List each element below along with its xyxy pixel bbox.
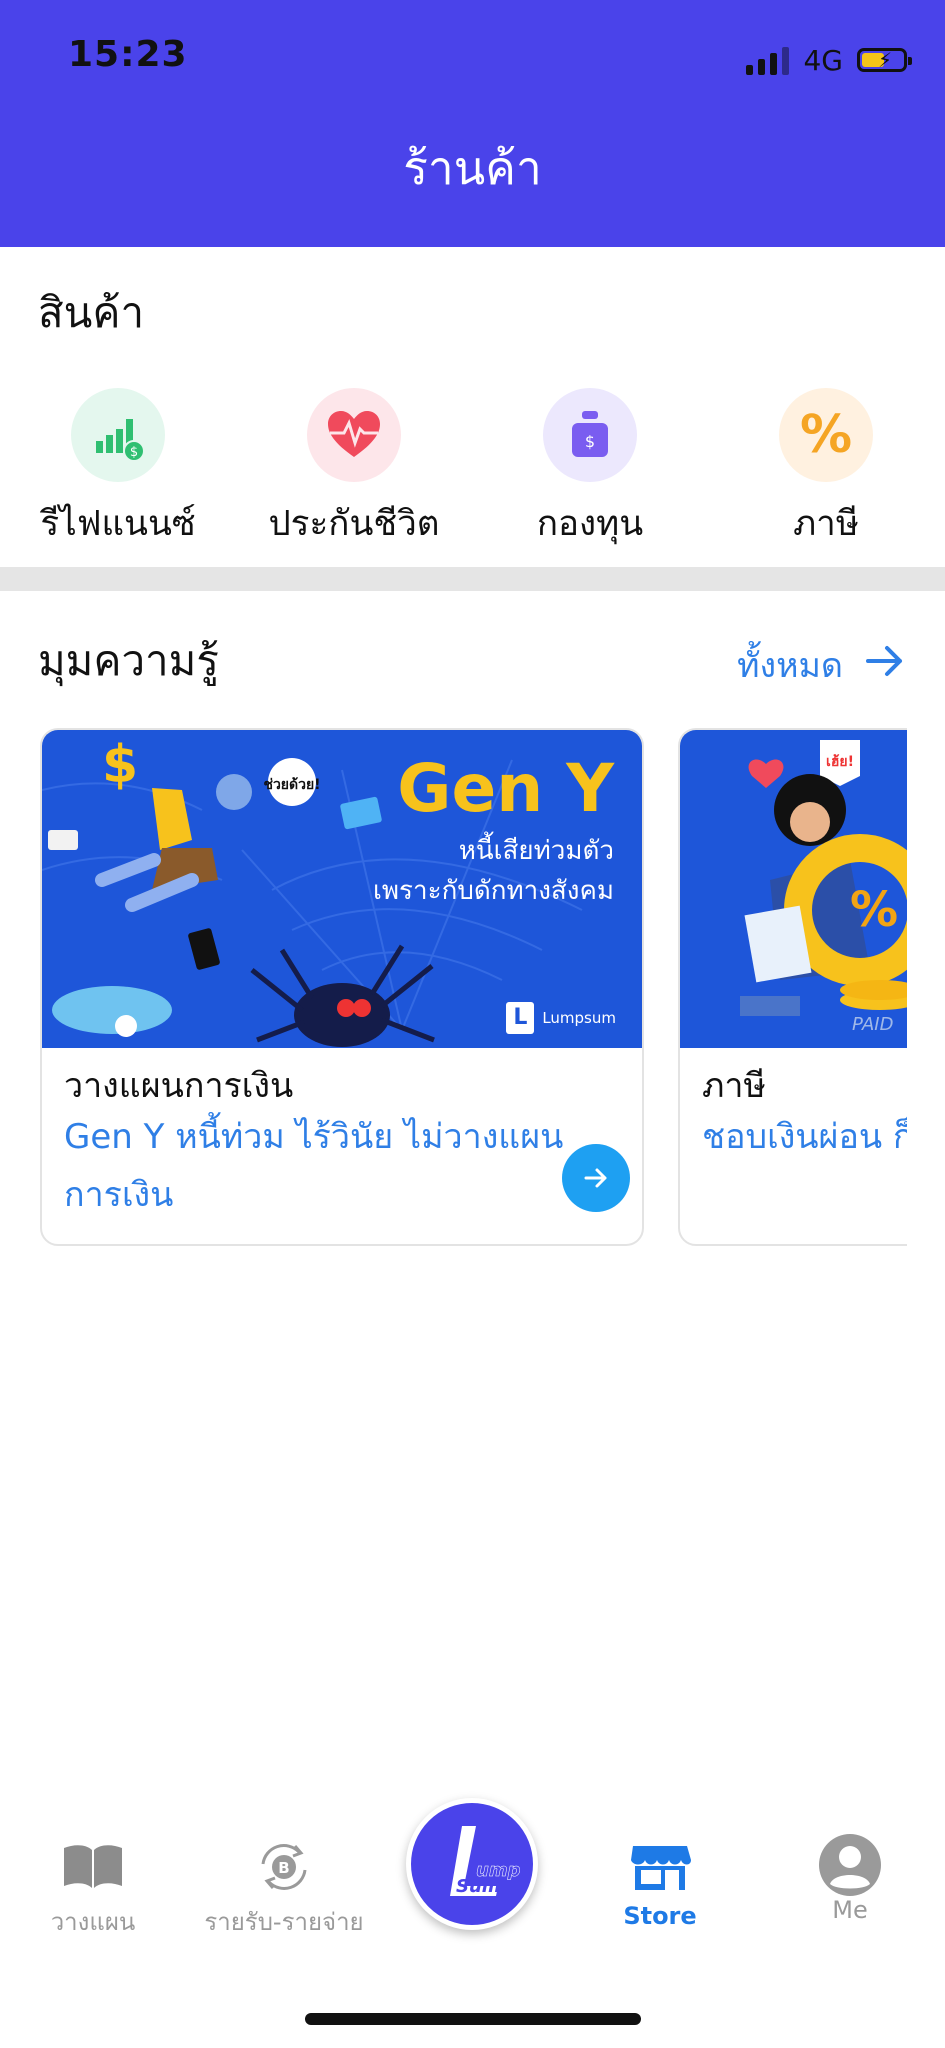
arrow-right-icon xyxy=(584,1168,607,1188)
brand-logo: L Lumpsum xyxy=(506,1002,616,1034)
tab-label: รายรับ-รายจ่าย xyxy=(204,1908,364,1936)
tab-store[interactable]: Store xyxy=(620,1842,700,1930)
image-heading: Gen Y xyxy=(397,750,614,827)
battery-icon: ⚡ xyxy=(857,48,912,72)
store-icon xyxy=(631,1846,691,1890)
status-indicators: 4G ⚡ xyxy=(746,40,912,80)
article-title[interactable]: Gen Y หนี้ท่วม ไร้วินัย ไม่วางแผนการเงิน xyxy=(64,1108,564,1224)
image-badge-text: PAID xyxy=(852,1014,893,1035)
chart-money-icon: $ xyxy=(71,388,165,482)
brand-name: Lumpsum xyxy=(542,1009,616,1027)
products-section-title: สินค้า xyxy=(38,288,145,337)
lumpsum-center-button[interactable]: ump Sum xyxy=(406,1798,538,1930)
product-life-insurance[interactable]: ประกันชีวิต xyxy=(236,388,472,551)
page-title: ร้านค้า xyxy=(403,141,542,195)
see-all-link[interactable]: ทั้งหมด xyxy=(737,638,905,692)
svg-text:Sum: Sum xyxy=(456,1876,501,1897)
tab-me[interactable]: Me xyxy=(810,1834,890,1924)
status-time: 15:23 xyxy=(68,34,188,75)
svg-text:B: B xyxy=(278,1859,289,1877)
product-refinance[interactable]: $ รีไฟแนนซ์ xyxy=(0,388,236,551)
product-label: ประกันชีวิต xyxy=(268,504,440,544)
tab-income-expense[interactable]: B รายรับ-รายจ่าย xyxy=(200,1842,368,1941)
user-icon xyxy=(819,1834,881,1896)
image-bubble-text: ช่วยด้วย! xyxy=(263,777,320,793)
tab-label: วางแผน xyxy=(50,1908,136,1936)
tab-label: Me xyxy=(832,1896,868,1924)
bottom-tab-bar: วางแผน B รายรับ-รายจ่าย ump Sum Store Me xyxy=(0,1790,945,1970)
article-image: $ ช่วยด้วย! Gen Y หนี้เสียท่วมตัว เพราะก… xyxy=(42,730,642,1048)
image-subtitle: เพราะกับดักทางสังคม xyxy=(373,876,614,906)
image-subtitle: หนี้เสียท่วมตัว xyxy=(458,836,614,866)
book-icon xyxy=(64,1845,122,1888)
article-category: วางแผนการเงิน xyxy=(64,1066,294,1106)
baht-cycle-icon: B xyxy=(261,1844,307,1890)
image-bubble-text: เฮ้ย! xyxy=(826,754,854,770)
article-carousel[interactable]: $ ช่วยด้วย! Gen Y หนี้เสียท่วมตัว เพราะก… xyxy=(40,728,907,1248)
article-image: เฮ้ย! % PAID xyxy=(680,730,907,1048)
lumpsum-logo-icon: ump Sum xyxy=(450,1826,520,1897)
product-list: $ รีไฟแนนซ์ ประกันชีวิต $ กองทุน % ภาษี xyxy=(0,388,945,548)
tab-label: Store xyxy=(623,1902,697,1930)
network-type: 4G xyxy=(803,43,843,77)
see-all-label: ทั้งหมด xyxy=(737,646,843,686)
product-label: รีไฟแนนซ์ xyxy=(40,504,196,544)
percent-icon: % xyxy=(779,388,873,482)
article-category: ภาษี xyxy=(702,1066,766,1106)
product-label: กองทุน xyxy=(536,504,644,544)
svg-text:$: $ xyxy=(102,735,138,795)
svg-text:%: % xyxy=(850,882,898,938)
article-title[interactable]: ชอบเงินผ่อน ก็ทำได้นะ...รู้ยัง xyxy=(702,1108,907,1166)
signal-icon xyxy=(746,45,790,75)
svg-text:$: $ xyxy=(130,445,138,460)
product-fund[interactable]: $ กองทุน xyxy=(472,388,708,551)
article-open-button[interactable] xyxy=(562,1144,630,1212)
home-indicator xyxy=(305,2013,641,2025)
svg-text:$: $ xyxy=(585,432,595,451)
knowledge-section-title: มุมความรู้ xyxy=(38,636,219,685)
tab-plan[interactable]: วางแผน xyxy=(48,1842,138,1941)
heart-pulse-icon xyxy=(307,388,401,482)
product-label: ภาษี xyxy=(793,504,859,544)
product-tax[interactable]: % ภาษี xyxy=(708,388,944,551)
section-divider xyxy=(0,567,945,591)
money-bag-icon: $ xyxy=(543,388,637,482)
arrow-right-icon xyxy=(865,643,905,688)
article-card[interactable]: เฮ้ย! % PAID ภาษี ชอบเงินผ่อน ก็ทำได้นะ.… xyxy=(678,728,907,1246)
article-card[interactable]: $ ช่วยด้วย! Gen Y หนี้เสียท่วมตัว เพราะก… xyxy=(40,728,644,1246)
top-header: 15:23 4G ⚡ ร้านค้า xyxy=(0,0,945,247)
